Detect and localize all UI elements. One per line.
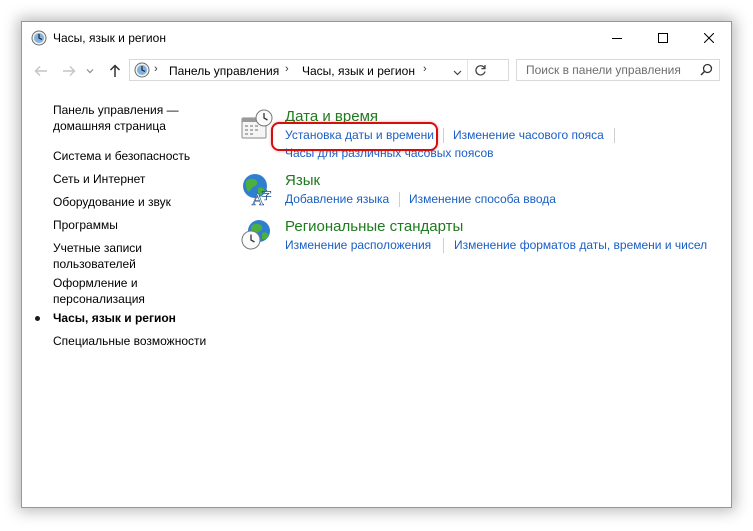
link-separator	[443, 128, 444, 143]
sidebar-item-control-panel-home[interactable]: Панель управления — домашняя страница	[53, 102, 179, 134]
breadcrumb-control-panel[interactable]: Панель управления	[169, 64, 279, 78]
search-box[interactable]	[516, 59, 720, 81]
chevron-right-icon[interactable]: ›	[285, 63, 289, 75]
sidebar-item-clock-language-region[interactable]: Часы, язык и регион	[35, 310, 176, 326]
chevron-down-icon	[453, 70, 462, 76]
title-bar[interactable]: Часы, язык и регион	[22, 22, 731, 54]
maximize-button[interactable]	[640, 22, 686, 54]
refresh-button[interactable]	[471, 61, 489, 79]
category-title-region[interactable]: Региональные стандарты	[285, 218, 463, 235]
current-item-bullet	[35, 316, 40, 321]
calendar-clock-icon	[240, 108, 274, 142]
sidebar-item-label: Система и безопасность	[53, 149, 191, 163]
arrow-left-icon	[34, 66, 47, 76]
forward-button[interactable]	[58, 60, 80, 82]
link-change-date-time-number-formats[interactable]: Изменение форматов даты, времени и чисел	[454, 238, 707, 252]
breadcrumb-clock-language-region[interactable]: Часы, язык и регион	[302, 64, 415, 78]
sidebar-item-system-security[interactable]: Система и безопасность	[53, 148, 190, 164]
back-button[interactable]	[30, 60, 52, 82]
maximize-icon	[658, 33, 668, 43]
sidebar-item-user-accounts[interactable]: Учетные записи пользователей	[53, 240, 142, 272]
sidebar-item-label: Сеть и Интернет	[53, 172, 146, 186]
control-panel-window: Часы, язык и регион › Панель управления …	[21, 21, 732, 508]
arrow-up-icon	[109, 64, 121, 77]
search-input[interactable]	[517, 60, 702, 80]
minimize-button[interactable]	[594, 22, 640, 54]
clock-globe-icon	[31, 30, 47, 46]
svg-text:字: 字	[261, 188, 272, 202]
link-change-location[interactable]: Изменение расположения	[285, 238, 431, 252]
category-title-language[interactable]: Язык	[285, 172, 320, 189]
link-change-time-zone[interactable]: Изменение часового пояса	[453, 128, 604, 142]
minimize-icon	[612, 38, 622, 39]
sidebar-item-label: Оформление и персонализация	[53, 276, 145, 306]
sidebar-item-accessibility[interactable]: Специальные возможности	[53, 333, 206, 349]
sidebar-item-hardware-sound[interactable]: Оборудование и звук	[53, 194, 171, 210]
sidebar-item-appearance[interactable]: Оформление и персонализация	[53, 275, 145, 307]
navigation-bar: › Панель управления › Часы, язык и регио…	[22, 55, 731, 85]
sidebar-item-label: Специальные возможности	[53, 334, 207, 348]
globe-language-icon: A 字	[240, 172, 274, 209]
link-separator	[614, 128, 615, 143]
sidebar-item-programs[interactable]: Программы	[53, 217, 118, 233]
globe-clock-icon	[240, 218, 274, 252]
close-icon	[704, 33, 714, 43]
link-change-input-method[interactable]: Изменение способа ввода	[409, 192, 556, 206]
close-button[interactable]	[686, 22, 731, 54]
chevron-right-icon[interactable]: ›	[423, 63, 427, 75]
link-add-language[interactable]: Добавление языка	[285, 192, 389, 206]
window-title: Часы, язык и регион	[53, 31, 166, 45]
sidebar-item-label: Панель управления — домашняя страница	[53, 103, 179, 133]
sidebar-item-label: Оборудование и звук	[53, 195, 171, 209]
up-button[interactable]	[104, 60, 126, 82]
control-panel-icon	[134, 62, 150, 78]
link-separator	[399, 192, 400, 207]
highlight-frame	[271, 122, 438, 151]
address-divider	[467, 60, 468, 80]
arrow-right-icon	[63, 66, 76, 76]
address-bar[interactable]: › Панель управления › Часы, язык и регио…	[129, 59, 509, 81]
recent-locations-button[interactable]	[83, 60, 97, 82]
sidebar-item-label: Программы	[53, 218, 118, 232]
sidebar-item-label: Учетные записи пользователей	[53, 241, 142, 271]
chevron-down-icon	[86, 69, 94, 74]
sidebar-item-network-internet[interactable]: Сеть и Интернет	[53, 171, 145, 187]
chevron-right-icon[interactable]: ›	[154, 63, 158, 75]
link-separator	[443, 238, 444, 253]
sidebar-item-label: Часы, язык и регион	[53, 311, 176, 325]
refresh-icon	[474, 64, 486, 76]
address-dropdown-button[interactable]	[453, 65, 462, 79]
search-icon[interactable]	[700, 63, 713, 79]
